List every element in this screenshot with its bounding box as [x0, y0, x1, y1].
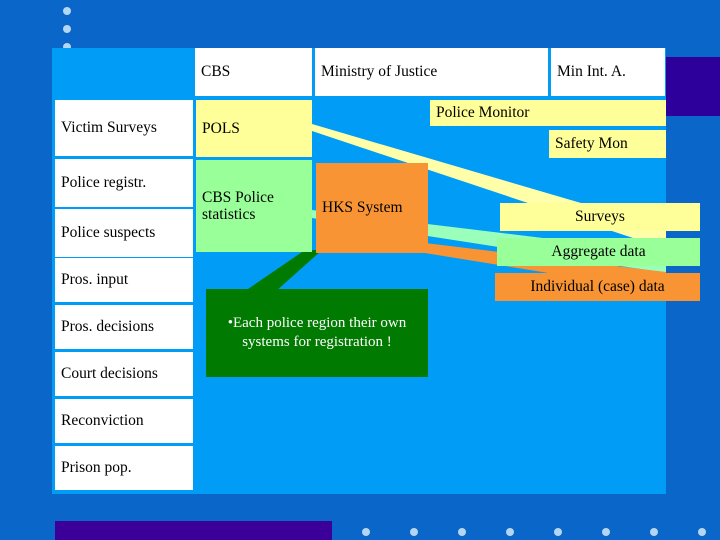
system-box-safety-mon: Safety Mon	[549, 130, 666, 158]
column-header-cbs: CBS	[195, 48, 312, 96]
row-label-pros-decisions: Pros. decisions	[55, 305, 193, 349]
system-box-police-monitor: Police Monitor	[430, 100, 666, 126]
row-label-pros-input: Pros. input	[55, 258, 193, 302]
row-label-court-decisions: Court decisions	[55, 352, 193, 396]
callout-note: •Each police region their own systems fo…	[206, 289, 428, 377]
legend-item-aggregate-data: Aggregate data	[497, 238, 700, 266]
column-header-ministry-of-justice: Ministry of Justice	[315, 48, 548, 96]
column-header-min-int-a: Min Int. A.	[551, 48, 665, 96]
row-label-prison-pop: Prison pop.	[55, 446, 193, 490]
system-box-cbs-police-statistics: CBS Police statistics	[196, 160, 312, 252]
system-box-hks-system: HKS System	[316, 163, 428, 253]
row-label-reconviction: Reconviction	[55, 399, 193, 443]
row-label-police-registr: Police registr.	[55, 159, 193, 207]
system-box-pols: POLS	[196, 100, 312, 157]
legend-item-surveys: Surveys	[500, 203, 700, 231]
legend-item-individual-case-data: Individual (case) data	[495, 273, 700, 301]
row-label-police-suspects: Police suspects	[55, 209, 193, 257]
slide-canvas: CBS Ministry of Justice Min Int. A. Vict…	[0, 0, 720, 540]
row-label-victim-surveys: Victim Surveys	[55, 100, 193, 156]
